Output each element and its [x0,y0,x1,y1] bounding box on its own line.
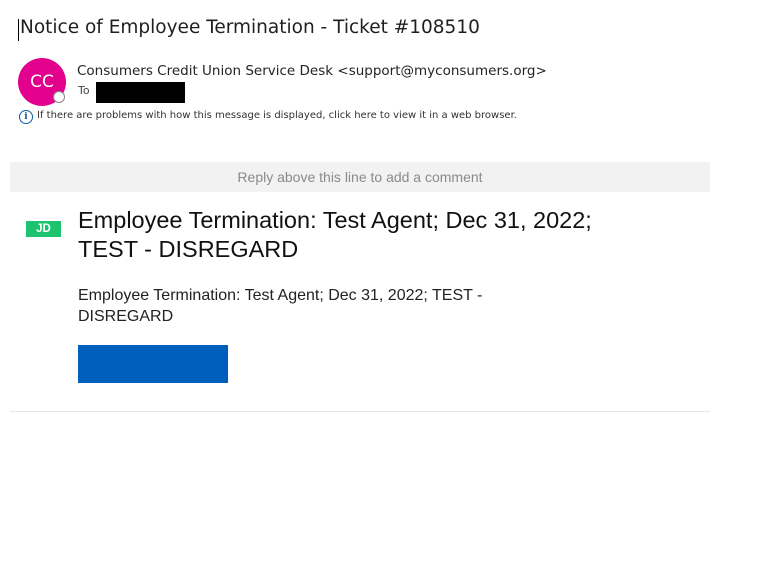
divider [10,411,710,412]
ticket-title: Employee Termination: Test Agent; Dec 31… [78,207,592,262]
email-reading-pane: Notice of Employee Termination - Ticket … [0,0,759,585]
redacted-recipient [96,82,185,103]
info-icon: i [19,110,33,124]
to-label: To [78,84,90,97]
text-cursor [18,19,19,41]
email-subject: Notice of Employee Termination - Ticket … [20,17,480,38]
view-in-browser-link[interactable]: If there are problems with how this mess… [37,110,517,121]
ticket-description: Employee Termination: Test Agent; Dec 31… [78,287,483,325]
sender-name[interactable]: Consumers Credit Union Service Desk <sup… [77,63,547,79]
view-request-button[interactable] [78,345,228,383]
reply-above-line-bar: Reply above this line to add a comment [10,162,710,192]
reply-above-line-text: Reply above this line to add a comment [237,169,483,185]
presence-status-icon [53,91,65,103]
agent-badge: JD [26,221,61,237]
